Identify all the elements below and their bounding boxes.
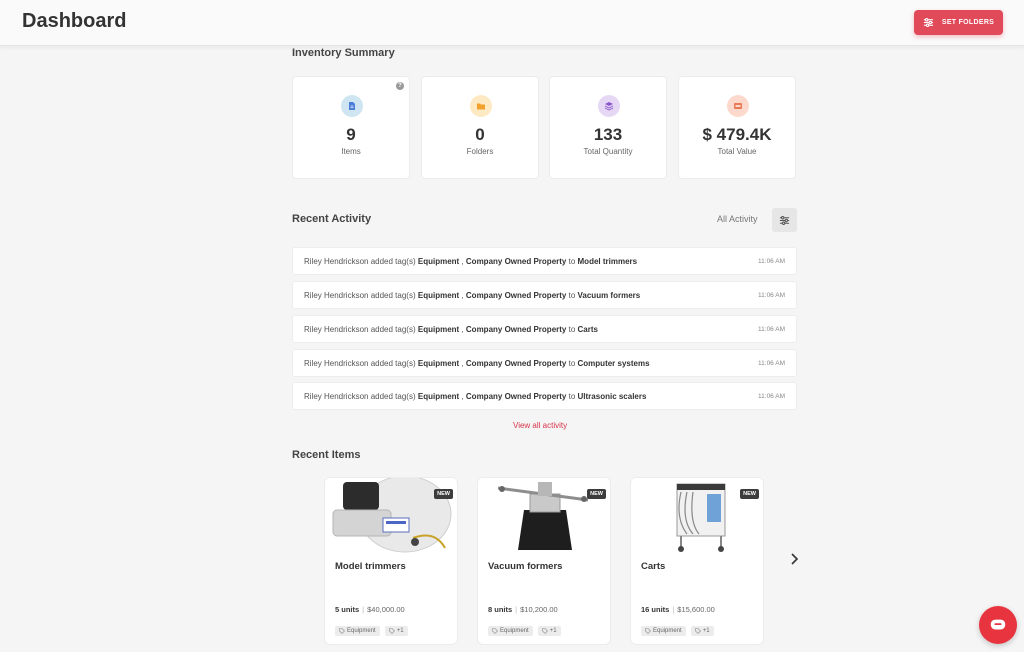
item-tag[interactable]: Equipment [335,626,380,636]
set-folders-button[interactable]: SET FOLDERS [914,10,1003,35]
activity-time: 11:06 AM [758,393,785,400]
activity-time: 11:06 AM [758,360,785,367]
set-folders-label: SET FOLDERS [941,19,995,26]
item-name: Model trimmers [335,561,406,572]
item-card-vacuum-formers[interactable]: NEW Vacuum formers 8 units | $10,200.00 Eq… [477,477,611,645]
activity-filter-label[interactable]: All Activity [717,214,758,224]
item-tag[interactable]: Equipment [641,626,686,636]
page-title: Dashboard [22,10,127,32]
stat-label: Items [341,147,361,156]
document-icon [341,95,363,117]
activity-time: 11:06 AM [758,326,785,333]
activity-text: Riley Hendrickson added tag(s) Equipment… [304,257,638,266]
item-card-carts[interactable]: NEW Carts 16 units | $15,600.00 Equipment … [630,477,764,645]
activity-text: Riley Hendrickson added tag(s) Equipment… [304,359,650,368]
item-card-model-trimmers[interactable]: NEW Model trimmers 5 units | $40,000.00 Eq… [324,477,458,645]
tag-icon [694,628,701,634]
stat-value: 0 [475,125,485,144]
inventory-summary-title: Inventory Summary [292,47,395,59]
stat-value: 9 [346,125,356,144]
activity-text: Riley Hendrickson added tag(s) Equipment… [304,291,641,300]
stat-card-folders[interactable]: 0 Folders [421,76,539,179]
stat-value: $ 479.4K [702,125,772,144]
activity-row[interactable]: Riley Hendrickson added tag(s) Equipment… [292,382,797,410]
sliders-icon [923,18,933,27]
new-badge: NEW [740,489,759,499]
tag-row: Equipment +1 [641,626,714,636]
top-bar: Dashboard SET FOLDERS [0,0,1024,46]
wallet-icon [727,95,749,117]
recent-activity-title: Recent Activity [292,213,372,225]
tag-icon [388,628,395,634]
activity-time: 11:06 AM [758,292,785,299]
tag-row: Equipment +1 [488,626,561,636]
item-meta: 16 units | $15,600.00 [641,605,715,614]
chat-icon [990,619,1006,630]
activity-row[interactable]: Riley Hendrickson added tag(s) Equipment… [292,281,797,309]
tag-row: Equipment +1 [335,626,408,636]
item-tag-more[interactable]: +1 [537,626,561,636]
activity-row[interactable]: Riley Hendrickson added tag(s) Equipment… [292,349,797,377]
item-name: Carts [641,561,666,572]
item-tag-more[interactable]: +1 [384,626,408,636]
stat-label: Folders [466,147,494,156]
tag-icon [339,628,345,634]
new-badge: NEW [434,489,453,499]
stat-label: Total Value [717,147,757,156]
tag-icon [541,628,548,634]
item-name: Vacuum formers [488,561,563,572]
item-meta: 8 units | $10,200.00 [488,605,558,614]
help-icon[interactable]: ? [396,82,404,90]
recent-items-title: Recent Items [292,449,361,461]
stat-card-items[interactable]: ? 9 Items [292,76,410,179]
stat-label: Total Quantity [583,147,633,156]
carousel-next-button[interactable] [786,551,802,567]
new-badge: NEW [587,489,606,499]
activity-text: Riley Hendrickson added tag(s) Equipment… [304,325,598,334]
chevron-right-icon [791,553,799,565]
stat-card-total-value[interactable]: $ 479.4K Total Value [678,76,796,179]
item-tag-more[interactable]: +1 [690,626,714,636]
sliders-icon [779,215,790,225]
activity-filter-button[interactable] [772,208,797,232]
stat-card-total-quantity[interactable]: 133 Total Quantity [549,76,667,179]
view-all-activity-link[interactable]: View all activity [513,421,567,430]
folder-icon [470,95,492,117]
activity-row[interactable]: Riley Hendrickson added tag(s) Equipment… [292,315,797,343]
activity-row[interactable]: Riley Hendrickson added tag(s) Equipment… [292,247,797,275]
layers-icon [598,95,620,117]
chat-button[interactable] [979,606,1017,644]
stat-value: 133 [593,125,623,144]
tag-icon [645,628,651,634]
activity-text: Riley Hendrickson added tag(s) Equipment… [304,392,647,401]
tag-icon [492,628,498,634]
item-tag[interactable]: Equipment [488,626,533,636]
item-meta: 5 units | $40,000.00 [335,605,405,614]
activity-time: 11:06 AM [758,258,785,265]
